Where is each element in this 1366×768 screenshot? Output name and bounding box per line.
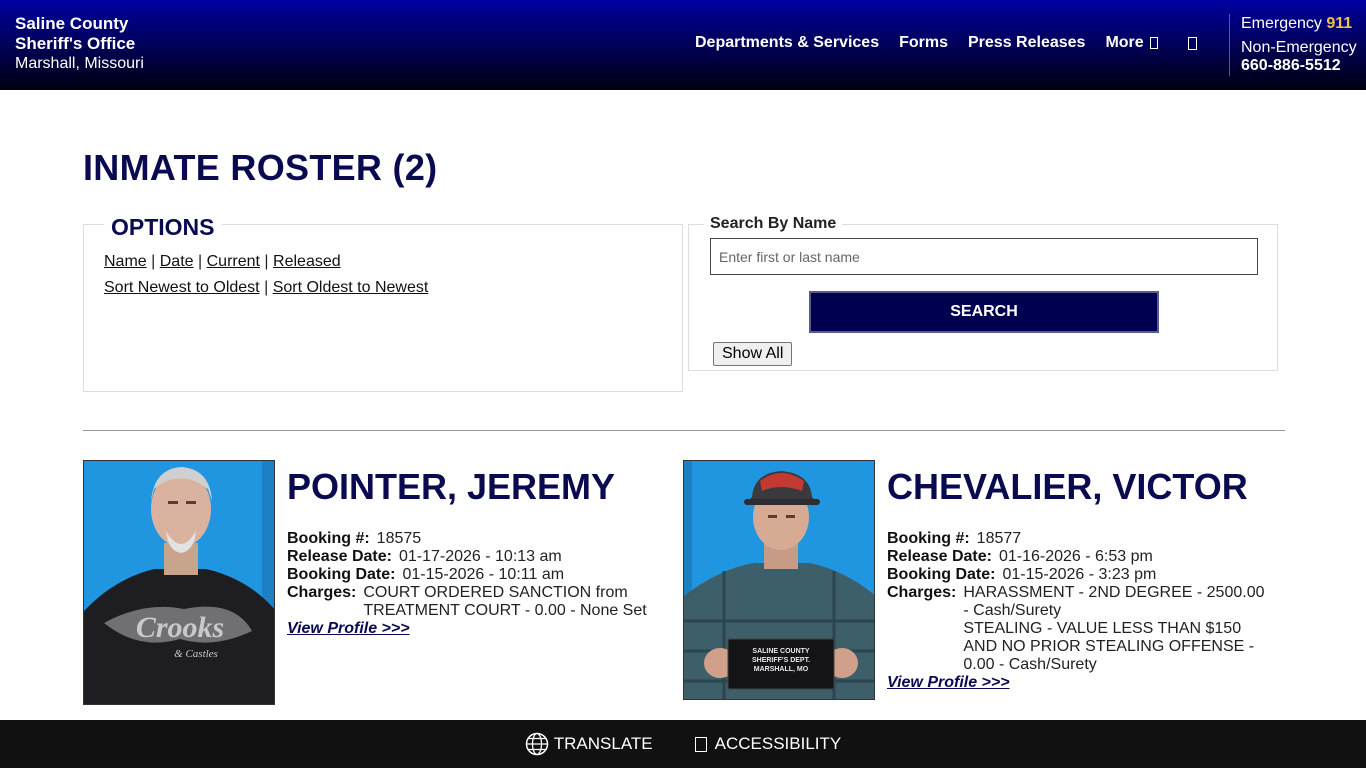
sort-by-links: Name | Date | Current | Released [104,253,341,271]
charges-label: Charges: [887,584,957,601]
charge-item: STEALING - VALUE LESS THAN $150 AND NO P… [963,620,1255,673]
charges-label: Charges: [287,584,357,601]
charge-item: COURT ORDERED SANCTION from TREATMENT CO… [363,584,647,619]
inmate-info: POINTER, JEREMY Booking #: 18575 Release… [287,466,672,638]
inmate-name: POINTER, JEREMY [287,466,616,507]
filter-released-link[interactable]: Released [273,253,341,270]
charges-row: Charges: HARASSMENT - 2ND DEGREE - 2500.… [887,584,1272,674]
accessibility-label: ACCESSIBILITY [714,734,842,753]
booking-date-row: Booking Date: 01-15-2026 - 3:23 pm [887,566,1272,584]
placard-line2: SHERIFF'S DEPT. [752,657,810,664]
site-footer: TRANSLATE ACCESSIBILITY [0,720,1366,768]
sort-name-link[interactable]: Name [104,253,147,270]
charges-row: Charges: COURT ORDERED SANCTION from TRE… [287,584,672,620]
booking-number-row: Booking #: 18575 [287,530,672,548]
separator: | [151,253,156,270]
separator: | [198,253,203,270]
shirt-logo-subtext: & Castles [174,648,218,660]
view-profile-link[interactable]: View Profile >>> [287,620,410,638]
brand-line1: Saline County [15,14,129,33]
inmate-fields: Booking #: 18575 Release Date: 01-17-202… [287,530,672,620]
accessibility-button[interactable]: ACCESSIBILITY [694,734,842,754]
booking-number-label: Booking #: [887,530,970,547]
charge-item: HARASSMENT - 2ND DEGREE - 2500.00 - Cash… [963,584,1265,619]
brand-line2: Sheriff's Office [15,34,136,53]
sort-order-links: Sort Newest to Oldest | Sort Oldest to N… [104,279,428,297]
translate-label: TRANSLATE [553,734,653,753]
release-date: 01-16-2026 - 6:53 pm [998,548,1153,565]
filter-current-link[interactable]: Current [207,253,260,270]
accessibility-icon [694,736,707,752]
site-brand[interactable]: Saline County Sheriff's Office Marshall,… [15,14,144,74]
sort-newest-link[interactable]: Sort Newest to Oldest [104,279,260,296]
search-icon[interactable] [1187,36,1197,50]
sort-date-link[interactable]: Date [160,253,194,270]
show-all-button[interactable]: Show All [713,342,793,366]
search-legend: Search By Name [704,215,843,233]
nav-forms[interactable]: Forms [899,34,948,52]
contact-info: Emergency 911 Non-Emergency 660-886-5512 [1241,14,1357,74]
release-date-row: Release Date: 01-17-2026 - 10:13 am [287,548,672,566]
booking-number-label: Booking #: [287,530,370,547]
search-panel: Search By Name SEARCH Show All [688,215,1278,371]
brand-city: Marshall, Missouri [15,55,144,72]
nonemergency-number[interactable]: 660-886-5512 [1241,58,1357,74]
options-panel: OPTIONS Name | Date | Current | Released… [83,214,683,392]
page-title: INMATE ROSTER (2) [83,147,438,188]
search-button[interactable]: SEARCH [809,291,1159,333]
inmate-fields: Booking #: 18577 Release Date: 01-16-202… [887,530,1272,674]
section-divider [83,430,1285,431]
sort-oldest-link[interactable]: Sort Oldest to Newest [273,279,429,296]
nav-press-releases[interactable]: Press Releases [968,34,1085,52]
nonemergency-label: Non-Emergency [1241,39,1357,56]
placard-line3: MARSHALL, MO [754,666,809,673]
shirt-logo-text: Crooks [136,611,224,644]
release-date-row: Release Date: 01-16-2026 - 6:53 pm [887,548,1272,566]
release-date: 01-17-2026 - 10:13 am [398,548,562,565]
booking-date-row: Booking Date: 01-15-2026 - 10:11 am [287,566,672,584]
booking-number: 18577 [976,530,1022,547]
options-legend: OPTIONS [104,214,222,241]
booking-number-row: Booking #: 18577 [887,530,1272,548]
globe-icon [525,732,548,756]
inmate-photo-image: Crooks & Castles [84,461,274,704]
emergency-number[interactable]: 911 [1326,15,1352,32]
inmate-info: CHEVALIER, VICTOR Booking #: 18577 Relea… [887,466,1272,692]
booking-date-label: Booking Date: [887,566,996,583]
nav-departments[interactable]: Departments & Services [695,34,879,52]
inmate-photo[interactable]: Crooks & Castles [83,460,275,705]
booking-number: 18575 [376,530,422,547]
header-divider [1229,14,1230,76]
chevron-down-icon [1149,37,1158,49]
nav-more-label: More [1105,34,1144,51]
emergency-line: Emergency 911 [1241,14,1357,34]
separator: | [264,279,269,296]
charges-list: COURT ORDERED SANCTION from TREATMENT CO… [363,584,672,620]
release-date-label: Release Date: [287,548,392,565]
release-date-label: Release Date: [887,548,992,565]
search-input[interactable] [710,238,1258,275]
booking-date-label: Booking Date: [287,566,396,583]
inmate-name: CHEVALIER, VICTOR [887,466,1248,507]
inmate-photo-image: SALINE COUNTY SHERIFF'S DEPT. MARSHALL, … [684,461,874,699]
translate-button[interactable]: TRANSLATE [525,732,653,756]
nav-more[interactable]: More [1105,34,1158,52]
charges-list: HARASSMENT - 2ND DEGREE - 2500.00 - Cash… [963,584,1272,674]
site-header: Saline County Sheriff's Office Marshall,… [0,0,1366,90]
booking-date: 01-15-2026 - 3:23 pm [1002,566,1157,583]
emergency-label: Emergency [1241,15,1322,32]
placard-line1: SALINE COUNTY [752,648,810,655]
separator: | [264,253,269,270]
view-profile-link[interactable]: View Profile >>> [887,674,1010,692]
main-nav: Departments & Services Forms Press Relea… [695,34,1197,52]
booking-date: 01-15-2026 - 10:11 am [402,566,565,583]
inmate-photo[interactable]: SALINE COUNTY SHERIFF'S DEPT. MARSHALL, … [683,460,875,700]
